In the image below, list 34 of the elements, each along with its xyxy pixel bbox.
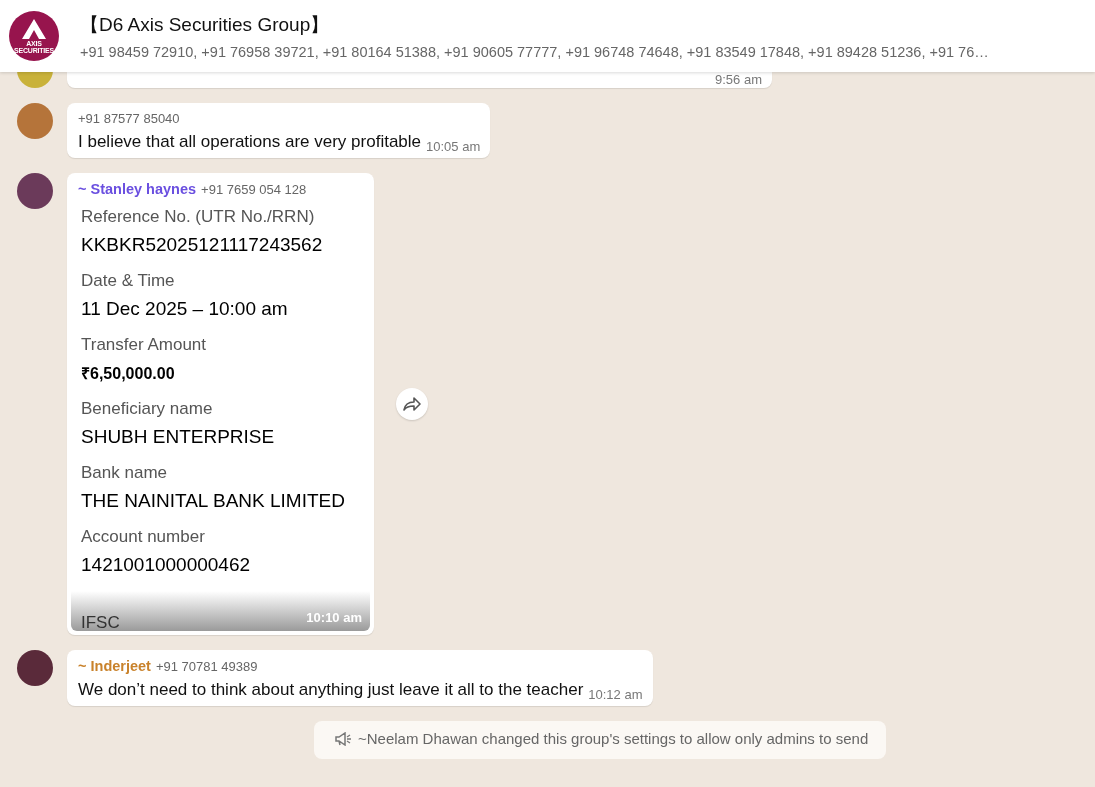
message-time: 9:56 am — [715, 72, 762, 88]
receipt-label: Transfer Amount — [81, 335, 208, 355]
receipt-label: Reference No. (UTR No./RRN) — [81, 207, 316, 227]
sender-phone: +91 70781 49389 — [155, 659, 258, 674]
receipt-value: KKBKR52025121117243562 — [81, 234, 324, 256]
receipt-value: 11 Dec 2025 – 10:00 am — [81, 298, 289, 320]
receipt-label: Bank name — [81, 463, 168, 483]
message-text: We don’t need to think about anything just leave it all to the teacher — [78, 680, 584, 700]
receipt-label: Account number — [81, 527, 206, 547]
group-title: 【D6 Axis Securities Group】 — [80, 13, 331, 37]
forward-button[interactable] — [396, 388, 428, 420]
receipt-value: 1421001000000462 — [81, 554, 252, 576]
avatar-photo — [17, 650, 53, 686]
receipt-value: ₹6,50,000.00 — [81, 364, 176, 384]
forward-icon — [403, 397, 421, 411]
message-text: I believe that all operations are very profitable — [78, 132, 422, 152]
message-time: 10:12 am — [588, 687, 643, 702]
avatar-photo — [17, 103, 53, 139]
megaphone-icon — [334, 731, 352, 746]
group-members: +91 98459 72910, +91 76958 39721, +91 80164 51388, +91 90605 77777, +91 96748 74648, +91 83549 17848, +91 89428 51236, +91 76… — [80, 44, 989, 60]
avatar-photo — [17, 173, 53, 209]
sender-name: ~ Stanley haynes — [78, 181, 197, 197]
sender-phone: +91 7659 054 128 — [201, 182, 307, 197]
receipt-label: Date & Time — [81, 271, 176, 291]
receipt-value: SHUBH ENTERPRISE — [81, 426, 276, 448]
sender-phone: +91 87577 85040 — [78, 111, 180, 126]
message-time: 10:10 am — [306, 610, 362, 625]
system-text: ~Neelam Dhawan changed this group's settings to allow only admins to send — [358, 730, 869, 747]
message-time: 10:05 am — [426, 139, 481, 154]
receipt-value: THE NAINITAL BANK LIMITED — [81, 490, 346, 512]
receipt-label: Beneficiary name — [81, 399, 214, 419]
logo-icon — [22, 18, 46, 39]
receipt-label: IFSC — [81, 613, 120, 631]
sender-name: ~ Inderjeet — [78, 658, 151, 674]
